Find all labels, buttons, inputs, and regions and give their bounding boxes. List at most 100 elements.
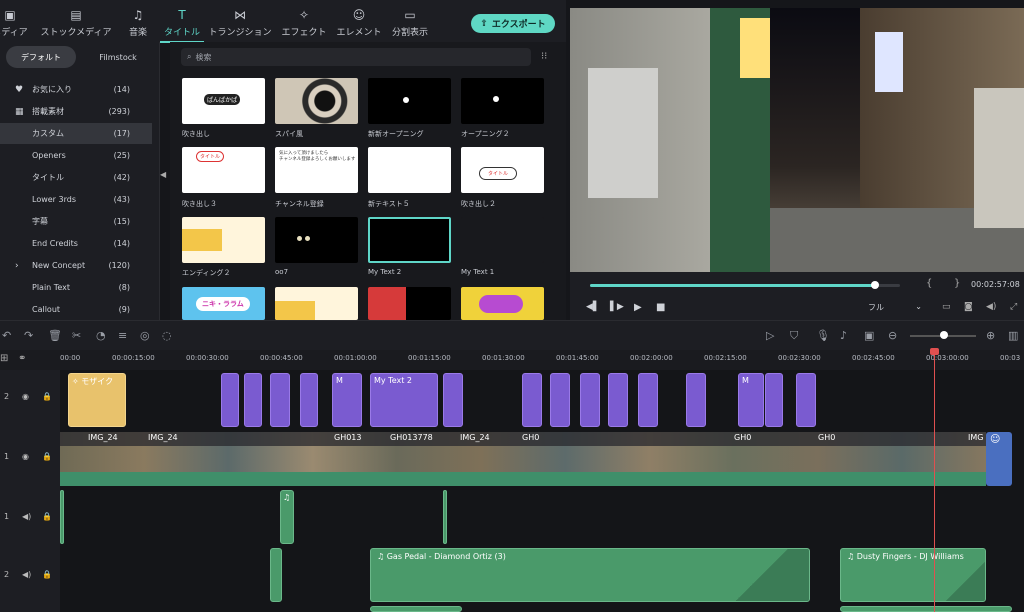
title-thumb[interactable] [275,287,358,320]
category-openers[interactable]: Openers (25) [0,145,152,166]
category-builtin[interactable]: ▦ 搭載素材 (293) [0,101,152,122]
fullscreen-icon[interactable]: ⤢ [1010,302,1017,312]
timeline-ruler[interactable]: 00:00 00:00:15:00 00:00:30:00 00:00:45:0… [60,350,1024,370]
audio-clip[interactable]: ♫ [280,490,294,544]
title-thumb[interactable]: ニキ・ララム [182,287,265,320]
export-button[interactable]: ⇪ エクスポート [471,14,555,33]
audio-clip[interactable] [270,548,282,602]
tab-elements[interactable]: ☺ エレメント [334,8,384,38]
speaker-icon[interactable]: ◀) [22,512,31,521]
title-thumb[interactable]: タイトル [182,147,265,193]
tab-stock-media[interactable]: ▤ ストックメディア [40,8,112,38]
grid-view-icon[interactable]: ⁝⁝ [541,51,547,62]
play-icon[interactable]: ▶ [634,302,642,313]
redo-icon[interactable]: ↷ [24,329,33,342]
title-clip[interactable] [638,373,658,427]
title-clip[interactable]: M [738,373,764,427]
lock-icon[interactable]: 🔒 [42,512,52,521]
category-lower-thirds[interactable]: Lower 3rds (43) [0,189,152,210]
prev-frame-icon[interactable]: ◀▌ [586,302,600,312]
title-clip[interactable] [796,373,816,427]
mark-out-icon[interactable]: } [954,278,960,289]
segment-default[interactable]: デフォルト [6,46,76,68]
audio-clip[interactable] [60,490,64,544]
title-thumb[interactable] [461,78,544,124]
undo-icon[interactable]: ↶ [2,329,11,342]
playhead[interactable] [934,348,935,612]
title-clip[interactable] [300,373,318,427]
title-clip[interactable] [221,373,239,427]
lock-icon[interactable]: 🔒 [42,392,52,401]
audio-clip-gas-pedal[interactable]: ♫ Gas Pedal - Diamond Ortiz (3) [370,548,810,602]
title-thumb[interactable] [461,217,544,263]
next-frame-icon[interactable]: ▌▶ [610,302,624,312]
audio-clip-dusty-fingers[interactable]: ♫ Dusty Fingers - DJ Williams [840,548,986,602]
camera-icon[interactable]: ◙ [964,302,973,312]
audio-clip[interactable] [370,606,462,612]
eye-icon[interactable]: ◉ [22,392,29,401]
title-clip[interactable] [580,373,600,427]
title-thumb[interactable]: ぱんぱかぱ [182,78,265,124]
title-clip[interactable] [443,373,463,427]
title-clip[interactable] [550,373,570,427]
title-clip[interactable] [608,373,628,427]
quality-select[interactable]: フル ⌄ [868,302,926,315]
render-icon[interactable]: ▷ [766,329,774,342]
category-callout[interactable]: Callout (9) [0,299,152,320]
eye-icon[interactable]: ◉ [22,452,29,461]
tab-media[interactable]: ▣メディア [0,8,32,38]
color-icon[interactable]: ◎ [140,329,150,342]
title-thumb[interactable] [461,287,544,320]
tab-transitions[interactable]: ⋈ トランジション [206,8,274,38]
tab-split-screen[interactable]: ▭ 分割表示 [388,8,432,38]
audio-clip[interactable] [840,606,1012,612]
lock-icon[interactable]: 🔒 [42,570,52,579]
title-thumb[interactable] [182,217,265,263]
title-thumb[interactable] [275,217,358,263]
preview-progress-knob[interactable] [871,281,880,289]
layout-icon[interactable]: ▥ [1008,329,1018,342]
scissors-icon[interactable]: ✂ [72,329,81,342]
tab-titles[interactable]: T タイトル [160,8,204,43]
title-thumb[interactable]: タイトル [461,147,544,193]
tab-effects[interactable]: ✧ エフェクト [280,8,328,38]
category-plain-text[interactable]: Plain Text (8) [0,277,152,298]
search-input[interactable]: ⌕ 検索 [181,48,531,66]
collapse-panel-arrow[interactable]: ◀ [160,170,170,190]
title-thumb[interactable] [368,147,451,193]
mark-in-icon[interactable]: { [926,278,932,289]
audio-clip[interactable] [443,490,447,544]
audio-mix-icon[interactable]: ♪ [840,329,847,342]
title-thumb[interactable] [368,287,451,320]
monitor-icon[interactable]: ▭ [942,302,951,312]
category-end-credits[interactable]: End Credits (14) [0,233,152,254]
marker-icon[interactable]: ⛉ [790,329,798,343]
title-clip[interactable] [244,373,262,427]
subtitle-icon[interactable]: ▣ [864,329,874,342]
zoom-slider-knob[interactable] [940,331,948,339]
end-clip[interactable]: ☺ [986,432,1012,486]
title-clip[interactable] [522,373,542,427]
mic-icon[interactable]: 🎙 [816,329,830,342]
zoom-in-icon[interactable]: ⊕ [986,329,995,342]
speed-icon[interactable]: ◔ [96,329,106,342]
speaker-icon[interactable]: ◀) [22,570,31,579]
lock-icon[interactable]: 🔒 [42,452,52,461]
title-clip-my-text-2[interactable]: My Text 2 [370,373,438,427]
mosaic-clip[interactable]: ✧ モザイク [68,373,126,427]
stop-icon[interactable]: ■ [656,302,665,313]
delete-icon[interactable]: 🗑 [48,329,62,342]
adjust-icon[interactable]: ≡ [118,329,127,342]
playhead-handle[interactable] [930,348,939,355]
title-thumb-selected[interactable] [368,217,451,263]
title-thumb[interactable] [368,78,451,124]
title-clip[interactable] [686,373,706,427]
video-preview[interactable] [570,8,1024,272]
tab-music[interactable]: ♫ 音楽 [120,8,156,38]
title-thumb[interactable]: 気に入って頂けましたら チャンネル登録よろしくお願いします [275,147,358,193]
category-favorites[interactable]: ♥ お気に入り (14) [0,79,152,100]
category-titles[interactable]: タイトル (42) [0,167,152,188]
segment-filmstock[interactable]: Filmstock [82,46,154,68]
volume-icon[interactable]: ◀) [986,302,996,312]
title-clip[interactable]: M [332,373,362,427]
